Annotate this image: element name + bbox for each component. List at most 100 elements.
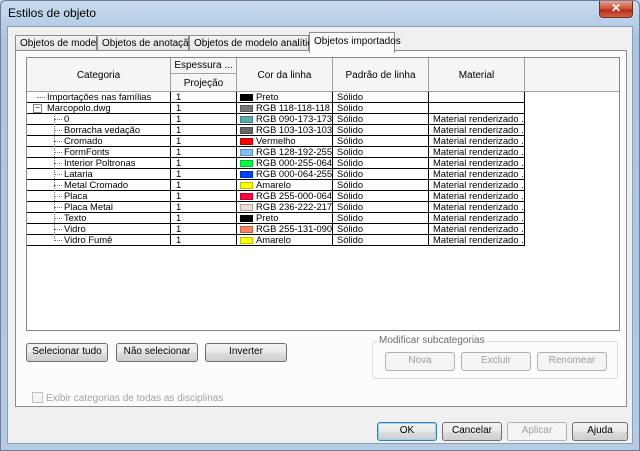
table-row[interactable]: Placa Metal 1 RGB 236-222-217 Sólido Materia… — [27, 202, 527, 213]
cell-categoria[interactable]: Vidro Fumê — [27, 235, 171, 246]
table-row[interactable]: 0 1 RGB 090-173-173 Sólido Material renderiz… — [27, 114, 527, 125]
cell-projecao[interactable]: 1 — [171, 136, 237, 147]
cell-categoria[interactable]: Borracha vedação — [27, 125, 171, 136]
cell-cor[interactable]: RGB 090-173-173 — [237, 114, 333, 125]
table-row[interactable]: Placa 1 RGB 255-000-064 Sólido Material rend… — [27, 191, 527, 202]
cell-padrao[interactable]: Sólido — [333, 114, 429, 125]
cell-cor[interactable]: Preto — [237, 213, 333, 224]
cell-cor[interactable]: RGB 236-222-217 — [237, 202, 333, 213]
cell-categoria[interactable]: Cromado — [27, 136, 171, 147]
tab-imported-objects[interactable]: Objetos importados — [309, 32, 401, 53]
cell-cor[interactable]: RGB 118-118-118 — [237, 103, 333, 114]
cell-projecao[interactable]: 1 — [171, 158, 237, 169]
select-none-button[interactable]: Não selecionar — [116, 343, 198, 362]
cell-categoria[interactable]: Texto — [27, 213, 171, 224]
cell-cor[interactable]: RGB 000-064-255 — [237, 169, 333, 180]
cell-projecao[interactable]: 1 — [171, 202, 237, 213]
cell-material[interactable]: Material renderizado ... — [429, 136, 525, 147]
cell-projecao[interactable]: 1 — [171, 125, 237, 136]
cell-cor[interactable]: RGB 255-131-090 — [237, 224, 333, 235]
cell-material[interactable]: Material renderizado ... — [429, 114, 525, 125]
cell-padrao[interactable]: Sólido — [333, 202, 429, 213]
table-row[interactable]: Vidro 1 RGB 255-131-090 Sólido Material rend… — [27, 224, 527, 235]
header-categoria[interactable]: Categoria — [27, 58, 171, 92]
cell-cor[interactable]: RGB 103-103-103 — [237, 125, 333, 136]
cell-material[interactable]: Material renderizado ... — [429, 180, 525, 191]
cell-padrao[interactable]: Sólido — [333, 213, 429, 224]
header-cor[interactable]: Cor da linha — [237, 58, 333, 92]
cell-categoria[interactable]: Metal Cromado — [27, 180, 171, 191]
cell-material[interactable] — [429, 103, 525, 114]
rename-subcategory-button[interactable]: Renomear — [537, 352, 607, 371]
select-all-button[interactable]: Selecionar tudo — [26, 343, 108, 362]
cell-material[interactable]: Material renderizado ... — [429, 191, 525, 202]
cell-padrao[interactable]: Sólido — [333, 147, 429, 158]
cell-cor[interactable]: Preto — [237, 92, 333, 103]
close-button[interactable]: ✕ — [599, 1, 633, 18]
table-row[interactable]: Vidro Fumê 1 Amarelo Sólido Material renderi… — [27, 235, 527, 246]
cell-padrao[interactable]: Sólido — [333, 235, 429, 246]
table-row[interactable]: Metal Cromado 1 Amarelo Sólido Material rend… — [27, 180, 527, 191]
table-row[interactable]: − Marcopolo.dwg 1 RGB 118-118-118 Sólido — [27, 103, 527, 114]
cell-categoria[interactable]: Placa Metal — [27, 202, 171, 213]
cell-projecao[interactable]: 1 — [171, 92, 237, 103]
cell-material[interactable]: Material renderizado ... — [429, 224, 525, 235]
ok-button[interactable]: OK — [377, 422, 437, 441]
object-styles-grid[interactable]: Categoria Espessura ... Projeção Cor da … — [26, 57, 620, 331]
cell-cor[interactable]: RGB 000-255-064 — [237, 158, 333, 169]
table-row[interactable]: Lataria 1 RGB 000-064-255 Sólido Material re… — [27, 169, 527, 180]
cell-padrao[interactable]: Sólido — [333, 92, 429, 103]
cell-categoria[interactable]: 0 — [27, 114, 171, 125]
cell-categoria[interactable]: Lataria — [27, 169, 171, 180]
cell-cor[interactable]: Amarelo — [237, 235, 333, 246]
cancel-button[interactable]: Cancelar — [442, 422, 502, 441]
cell-categoria[interactable]: Placa — [27, 191, 171, 202]
cell-padrao[interactable]: Sólido — [333, 191, 429, 202]
cell-projecao[interactable]: 1 — [171, 103, 237, 114]
table-row[interactable]: Borracha vedação 1 RGB 103-103-103 Sólido Ma… — [27, 125, 527, 136]
cell-padrao[interactable]: Sólido — [333, 136, 429, 147]
header-material[interactable]: Material — [429, 58, 525, 92]
table-row[interactable]: Cromado 1 Vermelho Sólido Material renderiza… — [27, 136, 527, 147]
cell-material[interactable]: Material renderizado ... — [429, 202, 525, 213]
cell-padrao[interactable]: Sólido — [333, 125, 429, 136]
cell-cor[interactable]: Vermelho — [237, 136, 333, 147]
cell-projecao[interactable]: 1 — [171, 224, 237, 235]
cell-material[interactable]: Material renderizado ... — [429, 213, 525, 224]
cell-categoria[interactable]: Importações nas famílias — [27, 92, 171, 103]
show-all-disciplines-checkbox[interactable]: Exibir categorias de todas as disciplina… — [32, 392, 223, 404]
cell-projecao[interactable]: 1 — [171, 169, 237, 180]
cell-cor[interactable]: RGB 255-000-064 — [237, 191, 333, 202]
new-subcategory-button[interactable]: Nova — [385, 352, 455, 371]
cell-padrao[interactable]: Sólido — [333, 103, 429, 114]
cell-cor[interactable]: Amarelo — [237, 180, 333, 191]
invert-button[interactable]: Inverter — [205, 343, 287, 362]
table-row[interactable]: Interior Poltronas 1 RGB 000-255-064 Sólido… — [27, 158, 527, 169]
header-projecao[interactable]: Projeção — [171, 75, 236, 91]
checkbox-box[interactable] — [32, 392, 43, 403]
collapse-icon[interactable]: − — [33, 104, 42, 113]
cell-categoria[interactable]: − Marcopolo.dwg — [27, 103, 171, 114]
cell-material[interactable]: Material renderizado ... — [429, 147, 525, 158]
cell-cor[interactable]: RGB 128-192-255 — [237, 147, 333, 158]
table-row[interactable]: FormFonts 1 RGB 128-192-255 Sólido Material … — [27, 147, 527, 158]
cell-padrao[interactable]: Sólido — [333, 169, 429, 180]
cell-padrao[interactable]: Sólido — [333, 158, 429, 169]
cell-projecao[interactable]: 1 — [171, 191, 237, 202]
cell-material[interactable] — [429, 92, 525, 103]
cell-projecao[interactable]: 1 — [171, 235, 237, 246]
cell-material[interactable]: Material renderizado ... — [429, 169, 525, 180]
cell-padrao[interactable]: Sólido — [333, 224, 429, 235]
cell-categoria[interactable]: Interior Poltronas — [27, 158, 171, 169]
cell-projecao[interactable]: 1 — [171, 180, 237, 191]
cell-categoria[interactable]: FormFonts — [27, 147, 171, 158]
header-padrao[interactable]: Padrão de linha — [333, 58, 429, 92]
cell-material[interactable]: Material renderizado ... — [429, 158, 525, 169]
cell-projecao[interactable]: 1 — [171, 147, 237, 158]
cell-material[interactable]: Material renderizado ... — [429, 235, 525, 246]
apply-button[interactable]: Aplicar — [507, 422, 567, 441]
cell-projecao[interactable]: 1 — [171, 213, 237, 224]
cell-material[interactable]: Material renderizado ... — [429, 125, 525, 136]
table-row[interactable]: Texto 1 Preto Sólido Material renderizado ..… — [27, 213, 527, 224]
header-espessura[interactable]: Espessura ... — [171, 58, 236, 74]
